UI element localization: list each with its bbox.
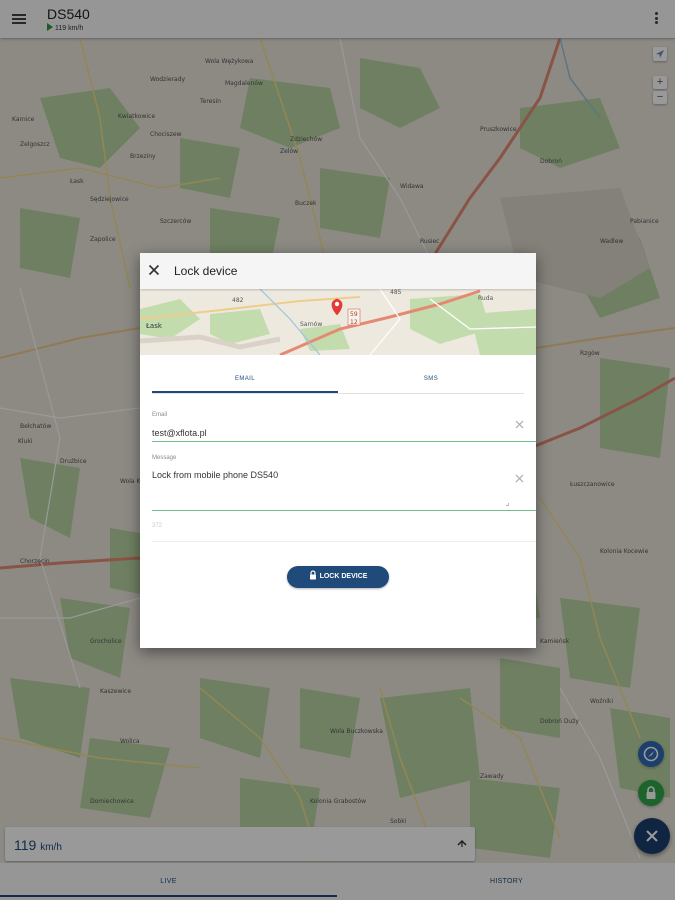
tab-indicator — [152, 391, 338, 393]
mini-map-label: 59 — [350, 311, 358, 318]
message-field-underline — [152, 510, 536, 511]
clear-icon[interactable] — [515, 474, 524, 483]
email-field-underline — [152, 441, 536, 442]
dialog-header: Lock device — [140, 253, 536, 289]
close-icon[interactable] — [148, 264, 160, 276]
mini-map-label: 482 — [232, 297, 244, 304]
mini-map-label: 485 — [390, 289, 402, 296]
channel-tabs: EMAIL SMS — [152, 370, 524, 394]
vehicle-location-map[interactable]: 482 485 Łask Sarnów 12 59 Ruda — [140, 289, 536, 355]
divider — [152, 541, 536, 542]
message-field[interactable]: Lock from mobile phone DS540 — [152, 470, 278, 480]
lock-device-button[interactable]: LOCK DEVICE — [287, 566, 389, 588]
mini-map-base — [140, 289, 536, 355]
message-field-label: Message — [152, 455, 177, 461]
lock-icon — [309, 570, 316, 580]
mini-map-label: 12 — [350, 319, 358, 326]
mini-map-label: Ruda — [478, 295, 494, 302]
email-field-label: Email — [152, 412, 168, 418]
lock-device-dialog: Lock device 482 485 Łask Sarnów 12 59 Ru… — [140, 253, 536, 648]
tab-sms[interactable]: SMS — [338, 370, 524, 392]
clear-icon[interactable] — [515, 420, 524, 429]
mini-map-label: Sarnów — [300, 321, 323, 328]
tab-email[interactable]: EMAIL — [152, 370, 338, 392]
lock-device-button-label: LOCK DEVICE — [319, 573, 368, 580]
resize-handle[interactable] — [506, 503, 509, 506]
dialog-title: Lock device — [174, 264, 238, 278]
mini-map-label: Łask — [146, 322, 162, 330]
email-field[interactable]: test@xflota.pl — [152, 428, 207, 438]
char-counter: 372 — [152, 523, 163, 529]
